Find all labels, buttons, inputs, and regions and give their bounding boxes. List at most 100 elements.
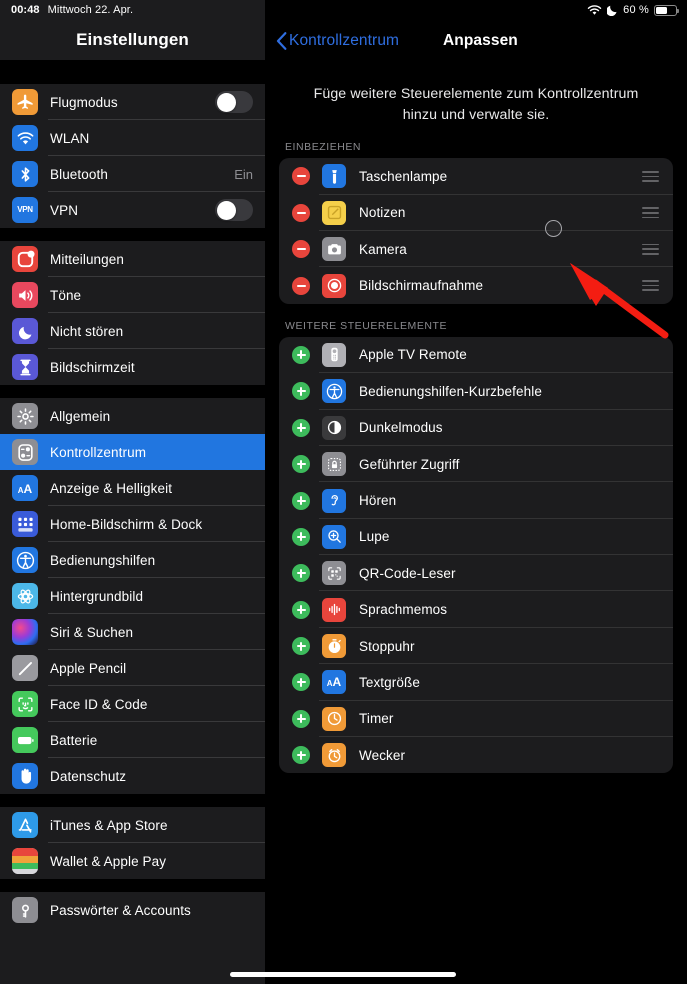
- remove-button[interactable]: [292, 277, 310, 295]
- sidebar-item-töne[interactable]: Töne: [0, 277, 265, 313]
- control-row[interactable]: Lupe: [279, 519, 673, 555]
- sidebar-item-allgemein[interactable]: Allgemein: [0, 398, 265, 434]
- control-label: Sprachmemos: [359, 602, 447, 617]
- sidebar-item-anzeige-helligkeit[interactable]: AAAnzeige & Helligkeit: [0, 470, 265, 506]
- sidebar-item-bildschirmzeit[interactable]: Bildschirmzeit: [0, 349, 265, 385]
- sidebar-item-itunes-app-store[interactable]: iTunes & App Store: [0, 807, 265, 843]
- control-row[interactable]: Wecker: [279, 737, 673, 773]
- section-header: EINBEZIEHEN: [265, 125, 687, 158]
- sidebar-item-vpn[interactable]: VPNVPN: [0, 192, 265, 228]
- control-row[interactable]: Apple TV Remote: [279, 337, 673, 373]
- sidebar-item-label: VPN: [50, 203, 78, 218]
- sidebar-group-gap: [0, 879, 265, 892]
- add-button[interactable]: [292, 673, 310, 691]
- action-button-wrap[interactable]: [292, 746, 310, 764]
- sidebar-item-label: Apple Pencil: [50, 661, 126, 676]
- sidebar-item-datenschutz[interactable]: Datenschutz: [0, 758, 265, 794]
- notes-icon: [322, 201, 346, 225]
- action-button-wrap[interactable]: [292, 277, 310, 295]
- section-card: Taschenlampe Notizen Kamera Bildschirmaufna…: [279, 158, 673, 304]
- sidebar-item-wlan[interactable]: WLAN: [0, 120, 265, 156]
- section-header: WEITERE STEUERELEMENTE: [265, 304, 687, 337]
- add-button[interactable]: [292, 637, 310, 655]
- reorder-handle-icon[interactable]: [642, 244, 659, 255]
- action-button-wrap[interactable]: [292, 419, 310, 437]
- action-button-wrap[interactable]: [292, 673, 310, 691]
- sidebar-item-kontrollzentrum[interactable]: Kontrollzentrum: [0, 434, 265, 470]
- sidebar-item-bedienungshilfen[interactable]: Bedienungshilfen: [0, 542, 265, 578]
- sidebar-item-hintergrundbild[interactable]: Hintergrundbild: [0, 578, 265, 614]
- control-label: Textgröße: [359, 675, 420, 690]
- control-row[interactable]: AATextgröße: [279, 664, 673, 700]
- sidebar-item-wallet-apple-pay[interactable]: Wallet & Apple Pay: [0, 843, 265, 879]
- add-button[interactable]: [292, 492, 310, 510]
- control-row[interactable]: Geführter Zugriff: [279, 446, 673, 482]
- sidebar-group-gap: [0, 60, 265, 84]
- toggle-switch[interactable]: [215, 199, 253, 221]
- action-button-wrap[interactable]: [292, 601, 310, 619]
- back-button-label: Kontrollzentrum: [289, 32, 399, 50]
- action-button-wrap[interactable]: [292, 455, 310, 473]
- control-row[interactable]: Hören: [279, 482, 673, 518]
- reorder-handle-icon[interactable]: [642, 207, 659, 218]
- add-button[interactable]: [292, 346, 310, 364]
- reorder-handle-icon[interactable]: [642, 171, 659, 182]
- sidebar-item-siri-suchen[interactable]: Siri & Suchen: [0, 614, 265, 650]
- action-button-wrap[interactable]: [292, 710, 310, 728]
- app-store-icon: [12, 812, 38, 838]
- add-button[interactable]: [292, 564, 310, 582]
- intro-text: Füge weitere Steuerelemente zum Kontroll…: [265, 62, 687, 125]
- action-button-wrap[interactable]: [292, 637, 310, 655]
- control-row[interactable]: Notizen: [279, 195, 673, 231]
- control-row[interactable]: Bildschirmaufnahme: [279, 267, 673, 303]
- remove-button[interactable]: [292, 167, 310, 185]
- wifi-icon: [12, 125, 38, 151]
- add-button[interactable]: [292, 601, 310, 619]
- control-row[interactable]: Timer: [279, 701, 673, 737]
- sidebar-item-bluetooth[interactable]: BluetoothEin: [0, 156, 265, 192]
- sidebar-item-label: Bildschirmzeit: [50, 360, 135, 375]
- control-row[interactable]: Stoppuhr: [279, 628, 673, 664]
- control-row[interactable]: Taschenlampe: [279, 158, 673, 194]
- sidebar-item-passwörter-accounts[interactable]: Passwörter & Accounts: [0, 892, 265, 928]
- add-button[interactable]: [292, 382, 310, 400]
- control-row[interactable]: Dunkelmodus: [279, 410, 673, 446]
- add-button[interactable]: [292, 746, 310, 764]
- remove-button[interactable]: [292, 240, 310, 258]
- control-label: Bildschirmaufnahme: [359, 278, 483, 293]
- sidebar-item-label: Passwörter & Accounts: [50, 903, 191, 918]
- reorder-handle-icon[interactable]: [642, 280, 659, 291]
- control-row[interactable]: Kamera: [279, 231, 673, 267]
- action-button-wrap[interactable]: [292, 492, 310, 510]
- control-label: Notizen: [359, 205, 405, 220]
- settings-sidebar[interactable]: Einstellungen FlugmodusWLANBluetoothEinV…: [0, 0, 265, 984]
- action-button-wrap[interactable]: [292, 528, 310, 546]
- add-button[interactable]: [292, 419, 310, 437]
- add-button[interactable]: [292, 528, 310, 546]
- sidebar-item-apple-pencil[interactable]: Apple Pencil: [0, 650, 265, 686]
- remove-button[interactable]: [292, 204, 310, 222]
- sidebar-item-mitteilungen[interactable]: Mitteilungen: [0, 241, 265, 277]
- action-button-wrap[interactable]: [292, 240, 310, 258]
- key-icon: [12, 897, 38, 923]
- action-button-wrap[interactable]: [292, 167, 310, 185]
- action-button-wrap[interactable]: [292, 346, 310, 364]
- sidebar-item-flugmodus[interactable]: Flugmodus: [0, 84, 265, 120]
- control-row[interactable]: Bedienungshilfen-Kurzbefehle: [279, 373, 673, 409]
- back-button[interactable]: Kontrollzentrum: [265, 32, 399, 50]
- sidebar-item-nicht-stören[interactable]: Nicht stören: [0, 313, 265, 349]
- action-button-wrap[interactable]: [292, 204, 310, 222]
- sidebar-item-batterie[interactable]: Batterie: [0, 722, 265, 758]
- action-button-wrap[interactable]: [292, 564, 310, 582]
- control-label: Wecker: [359, 748, 405, 763]
- action-button-wrap[interactable]: [292, 382, 310, 400]
- control-row[interactable]: Sprachmemos: [279, 591, 673, 627]
- sidebar-item-face-id-code[interactable]: Face ID & Code: [0, 686, 265, 722]
- control-row[interactable]: QR-Code-Leser: [279, 555, 673, 591]
- add-button[interactable]: [292, 455, 310, 473]
- toggle-switch[interactable]: [215, 91, 253, 113]
- voice-memos-icon: [322, 598, 346, 622]
- add-button[interactable]: [292, 710, 310, 728]
- detail-title: Anpassen: [443, 20, 518, 62]
- sidebar-item-home-bildschirm-dock[interactable]: Home-Bildschirm & Dock: [0, 506, 265, 542]
